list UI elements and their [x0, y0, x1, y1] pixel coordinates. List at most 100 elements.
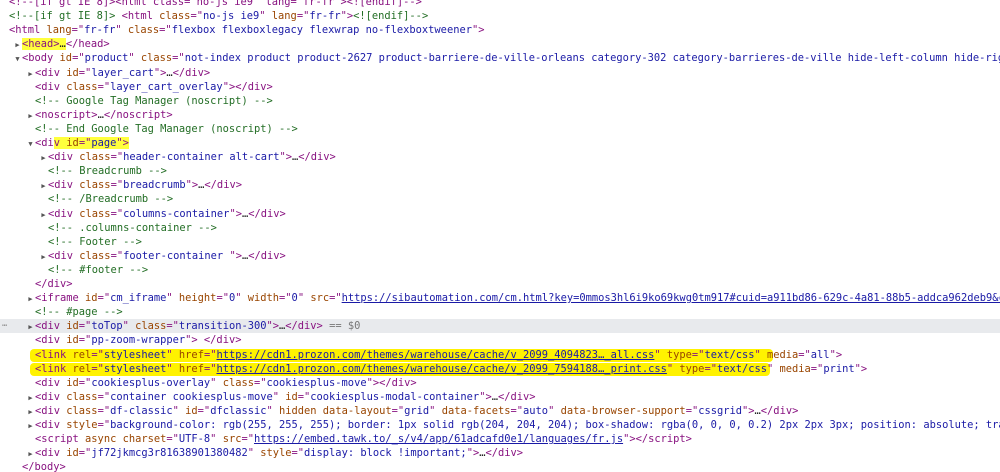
collapsed-triangle-icon[interactable]: ▶ [26, 419, 35, 432]
node-markup: <div class="breadcrumb">…</div> [48, 179, 242, 192]
dom-tree-row[interactable]: <!-- Breadcrumb --> [0, 164, 1000, 178]
collapsed-triangle-icon[interactable]: ▶ [26, 67, 35, 80]
no-toggle [13, 461, 22, 472]
no-toggle [26, 433, 35, 446]
dom-tree-row[interactable]: <!-- #footer --> [0, 263, 1000, 277]
dom-tree-row[interactable]: <!--[if gt IE 8]><html class="no-js ie9"… [0, 0, 1000, 9]
dom-tree-row[interactable]: ▼ <body id="product" class="not-index pro… [0, 51, 1000, 65]
dom-tree-row[interactable]: <!-- /Breadcrumb --> [0, 192, 1000, 206]
dom-tree-row[interactable]: ▶ <div class="container cookiesplus-move"… [0, 390, 1000, 404]
no-toggle [26, 363, 35, 376]
no-toggle [26, 377, 35, 390]
no-toggle [39, 236, 48, 249]
dom-tree-row[interactable]: ▶ <div class="header-container alt-cart">… [0, 150, 1000, 164]
dom-tree-row[interactable]: <!-- Footer --> [0, 235, 1000, 249]
dom-tree-row[interactable]: ▶ <div class="df-classic" id="dfclassic" … [0, 404, 1000, 418]
no-toggle [26, 81, 35, 94]
node-markup: <!-- .columns-container --> [48, 221, 217, 234]
no-toggle [0, 0, 9, 9]
collapsed-triangle-icon[interactable]: ▶ [39, 208, 48, 221]
node-markup: <div class="container cookiesplus-move" … [35, 390, 536, 403]
node-markup: <!-- Footer --> [48, 235, 142, 248]
dom-tree-row[interactable]: ▶ <div id="layer_cart">…</div> [0, 66, 1000, 80]
collapsed-triangle-icon[interactable]: ▶ [26, 292, 35, 305]
collapsed-triangle-icon[interactable]: ▶ [26, 109, 35, 122]
dom-tree-row[interactable]: <div class="layer_cart_overlay"></div> [0, 80, 1000, 94]
node-markup: <div class="columns-container">…</div> [48, 207, 286, 220]
dom-tree-row[interactable]: <div id="pp-zoom-wrapper"> </div> [0, 333, 1000, 347]
node-markup: <!-- Breadcrumb --> [48, 165, 167, 178]
no-toggle [26, 123, 35, 136]
no-toggle [39, 222, 48, 235]
dom-tree-row[interactable]: <link rel="stylesheet" href="https://cdn… [0, 348, 1000, 362]
node-markup: <!-- End Google Tag Manager (noscript) -… [35, 122, 298, 135]
dom-tree-row[interactable]: </body> [0, 460, 1000, 472]
dom-tree-row[interactable]: ▶ <div class="breadcrumb">…</div> [0, 178, 1000, 192]
no-toggle [26, 278, 35, 291]
no-toggle [26, 95, 35, 108]
node-markup: <div style="background-color: rgb(255, 2… [35, 419, 1000, 431]
node-markup: <!-- #page --> [35, 306, 123, 319]
node-markup: <script async charset="UTF-8" src="https… [35, 433, 692, 446]
dom-tree-row[interactable]: <script async charset="UTF-8" src="https… [0, 432, 1000, 446]
dom-tree-row[interactable]: <!--[if gt IE 8]> <html class="no-js ie9… [0, 9, 1000, 23]
dom-tree-row[interactable]: <html lang="fr-fr" class="flexbox flexbo… [0, 23, 1000, 37]
expanded-triangle-icon[interactable]: ▼ [13, 52, 22, 65]
no-toggle [26, 334, 35, 347]
node-markup: <!--[if gt IE 8]><html class="no-js ie9"… [9, 0, 422, 8]
dom-tree-row[interactable]: <!-- End Google Tag Manager (noscript) -… [0, 122, 1000, 136]
elements-dom-tree[interactable]: <!--[if gt IE 8]><html class="no-js ie9"… [0, 0, 1000, 472]
collapsed-triangle-icon[interactable]: ▶ [39, 250, 48, 263]
dom-tree-row[interactable]: <!-- #page --> [0, 305, 1000, 319]
node-markup: <html lang="fr-fr" class="flexbox flexbo… [9, 24, 485, 37]
node-markup: <div id="jf72jkmcg3r81638901380482" styl… [35, 447, 524, 460]
collapsed-triangle-icon[interactable]: ▶ [39, 179, 48, 192]
dom-tree-row[interactable]: ▶ <div class="columns-container">…</div> [0, 207, 1000, 221]
dom-tree-row[interactable]: ▶ <iframe id="cm_iframe" height="0" width… [0, 291, 1000, 305]
node-markup: <!-- /Breadcrumb --> [48, 193, 174, 206]
dom-tree-row[interactable]: <!-- Google Tag Manager (noscript) --> [0, 94, 1000, 108]
node-markup: <iframe id="cm_iframe" height="0" width=… [35, 292, 1000, 305]
dom-tree-row[interactable]: <!-- .columns-container --> [0, 221, 1000, 235]
dom-tree-row[interactable]: ⋯ ▶ <div id="toTop" class="transition-300"… [0, 319, 1000, 334]
node-markup: <!-- Google Tag Manager (noscript) --> [35, 94, 273, 107]
node-markup: <head>…</head> [22, 38, 110, 51]
node-markup: </div> [35, 278, 73, 290]
no-toggle [26, 306, 35, 319]
collapsed-triangle-icon[interactable]: ▶ [26, 405, 35, 418]
no-toggle [0, 24, 9, 37]
expanded-triangle-icon[interactable]: ▼ [26, 137, 35, 150]
node-markup: <div class="layer_cart_overlay"></div> [35, 80, 273, 93]
collapsed-triangle-icon[interactable]: ▶ [39, 151, 48, 164]
node-markup: <div id="pp-zoom-wrapper"> </div> [35, 334, 242, 347]
node-markup: <body id="product" class="not-index prod… [22, 52, 1000, 65]
no-toggle [0, 10, 9, 23]
dom-tree-row[interactable]: ▶ <noscript>…</noscript> [0, 108, 1000, 122]
no-toggle [39, 264, 48, 277]
node-markup: </body> [22, 461, 66, 472]
no-toggle [39, 193, 48, 206]
node-markup: <!--[if gt IE 8]> <html class="no-js ie9… [9, 10, 429, 23]
dom-tree-row[interactable]: ▼ <div id="page"> [0, 136, 1000, 150]
dom-tree-row[interactable]: ▶ <div style="background-color: rgb(255, … [0, 418, 1000, 432]
node-markup: <div id="toTop" class="transition-300">…… [35, 320, 361, 333]
dom-tree-row[interactable]: </div> [0, 277, 1000, 291]
collapsed-triangle-icon[interactable]: ▶ [26, 320, 35, 333]
selected-node-dots-icon: ⋯ [2, 321, 8, 332]
node-markup: <div id="page"> [35, 137, 129, 149]
collapsed-triangle-icon[interactable]: ▶ [26, 447, 35, 460]
collapsed-triangle-icon[interactable]: ▶ [26, 391, 35, 404]
no-toggle [26, 349, 35, 362]
node-markup: <div id="layer_cart">…</div> [35, 66, 211, 79]
dom-tree-row[interactable]: ▶ <div id="jf72jkmcg3r81638901380482" sty… [0, 446, 1000, 460]
node-markup: <link rel="stylesheet" href="https://cdn… [35, 348, 843, 361]
dom-tree-row[interactable]: <div id="cookiesplus-overlay" class="coo… [0, 376, 1000, 390]
node-markup: <div class="df-classic" id="dfclassic" h… [35, 404, 799, 417]
node-markup: <div class="footer-container ">…</div> [48, 249, 286, 262]
node-markup: <noscript>…</noscript> [35, 108, 173, 121]
dom-tree-row[interactable]: ▶ <head>…</head> [0, 37, 1000, 51]
collapsed-triangle-icon[interactable]: ▶ [13, 38, 22, 51]
dom-tree-row[interactable]: <link rel="stylesheet" href="https://cdn… [0, 362, 1000, 376]
node-markup: <link rel="stylesheet" href="https://cdn… [35, 362, 868, 375]
dom-tree-row[interactable]: ▶ <div class="footer-container ">…</div> [0, 249, 1000, 263]
